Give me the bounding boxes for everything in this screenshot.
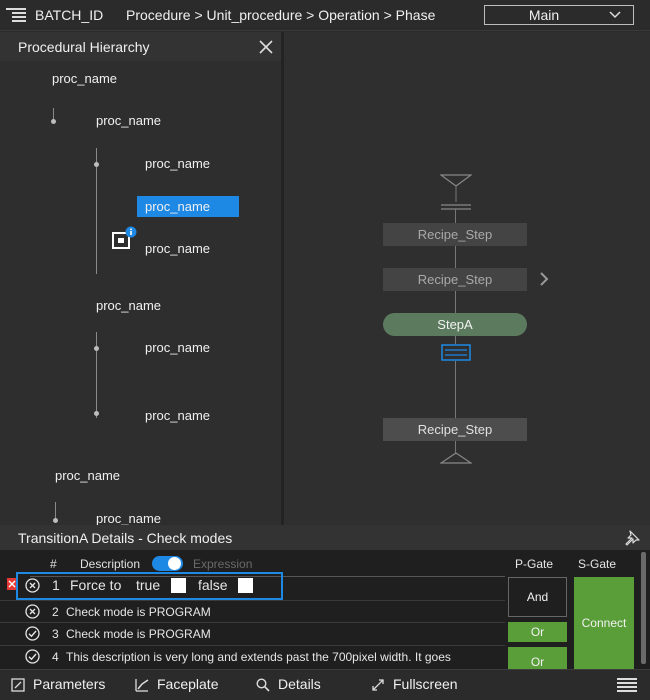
details-header: TransitionA Details - Check modes	[0, 525, 650, 550]
recipe-step[interactable]: Recipe_Step	[383, 268, 527, 291]
tree-item[interactable]: proc_name	[145, 340, 210, 355]
tree-item[interactable]: proc_name	[52, 71, 117, 86]
false-checkbox[interactable]	[238, 578, 253, 593]
panel-title: Procedural Hierarchy	[18, 39, 150, 55]
procedural-hierarchy-panel: Procedural Hierarchy proc_name proc_name…	[0, 32, 281, 525]
failed-circle-icon	[25, 578, 40, 593]
info-node-icon	[112, 226, 137, 249]
toggle-knob	[168, 557, 181, 570]
row-text: This description is very long and extend…	[66, 650, 451, 664]
parameters-button[interactable]: Parameters	[11, 676, 105, 692]
view-select-value: Main	[528, 7, 560, 23]
check-circle-icon	[25, 649, 40, 664]
row-number: 1	[52, 577, 60, 593]
faceplate-icon	[135, 679, 149, 692]
view-select[interactable]: Main	[484, 5, 634, 25]
breadcrumb[interactable]: Procedure > Unit_procedure > Operation >…	[126, 7, 435, 23]
condition-row[interactable]: 1 Force to true false	[0, 572, 505, 600]
panel-header: Procedural Hierarchy	[0, 32, 281, 61]
details-scrollbar[interactable]	[641, 552, 646, 664]
s-gate-label: S-Gate	[578, 557, 617, 571]
close-icon[interactable]	[258, 39, 274, 55]
faceplate-button[interactable]: Faceplate	[135, 676, 218, 692]
flow-line	[455, 336, 456, 344]
true-label: true	[136, 577, 161, 593]
tree-node-dot	[94, 162, 99, 167]
pin-icon[interactable]	[624, 530, 640, 546]
true-checkbox[interactable]	[171, 578, 186, 593]
top-bar: BATCH_ID Procedure > Unit_procedure > Op…	[0, 0, 650, 31]
or-button[interactable]: Or	[508, 622, 567, 642]
batch-id: BATCH_ID	[35, 7, 104, 23]
parameters-label: Parameters	[33, 676, 106, 692]
description-expression-toggle[interactable]	[152, 556, 183, 571]
condition-row[interactable]: 3 Check mode is PROGRAM	[0, 622, 505, 645]
active-step[interactable]: StepA	[383, 313, 527, 336]
tree-item-selected[interactable]: proc_name	[137, 196, 239, 217]
fullscreen-icon	[372, 679, 384, 691]
failed-circle-icon	[25, 604, 40, 619]
condition-row[interactable]: 2 Check mode is PROGRAM	[0, 600, 505, 622]
tree-node-dot	[94, 411, 99, 416]
condition-row[interactable]: 4 This description is very long and exte…	[0, 645, 505, 669]
start-triangle-icon	[440, 174, 472, 210]
details-title: TransitionA Details - Check modes	[18, 530, 233, 546]
search-icon	[256, 678, 270, 692]
check-circle-icon	[25, 626, 40, 641]
tree-node-dot	[51, 119, 56, 124]
row-text: Check mode is PROGRAM	[66, 627, 211, 641]
tree-connector	[96, 332, 97, 418]
row-number: 3	[52, 627, 59, 641]
flow-line	[455, 246, 456, 268]
row-text: Check mode is PROGRAM	[66, 605, 211, 619]
list-menu-icon[interactable]	[6, 7, 26, 23]
transition-icon[interactable]	[441, 344, 471, 361]
p-gate-label: P-Gate	[515, 557, 554, 571]
row-number: 2	[52, 605, 59, 619]
parameters-icon	[11, 678, 25, 692]
column-description: Description	[80, 557, 141, 571]
flow-line	[455, 209, 456, 223]
gate-panel: P-Gate S-Gate And Or Or Connect	[505, 550, 640, 669]
column-number: #	[50, 557, 57, 571]
tree-item[interactable]: proc_name	[55, 468, 120, 483]
connect-button[interactable]: Connect	[574, 577, 634, 669]
recipe-step[interactable]: Recipe_Step	[383, 418, 527, 441]
flow-line	[455, 291, 456, 313]
chevron-down-icon	[609, 11, 621, 19]
bottom-toolbar: Parameters Faceplate Details Fullscreen	[0, 669, 650, 700]
tree-item[interactable]: proc_name	[96, 511, 161, 525]
sfc-canvas[interactable]: Recipe_Step Recipe_Step StepA Recipe_Ste…	[284, 32, 650, 525]
recipe-step[interactable]: Recipe_Step	[383, 223, 527, 246]
column-expression: Expression	[193, 557, 253, 571]
and-button[interactable]: And	[508, 577, 567, 617]
or-button[interactable]: Or	[508, 647, 567, 669]
details-panel: # Description Expression 1 Force to true…	[0, 550, 650, 669]
tree-item[interactable]: proc_name	[145, 241, 210, 256]
tree-item[interactable]: proc_name	[96, 298, 161, 313]
row-text: Force to	[70, 577, 122, 593]
details-button[interactable]: Details	[256, 676, 321, 692]
fullscreen-button[interactable]: Fullscreen	[371, 676, 458, 692]
tree-node-dot	[94, 346, 99, 351]
tree-item[interactable]: proc_name	[145, 156, 210, 171]
chevron-right-icon[interactable]	[539, 272, 549, 286]
end-triangle-icon	[440, 452, 472, 464]
hamburger-menu-icon[interactable]	[617, 677, 637, 693]
false-label: false	[198, 577, 228, 593]
tree-item[interactable]: proc_name	[96, 113, 161, 128]
row-number: 4	[52, 650, 59, 664]
tree-node-dot	[53, 518, 58, 523]
tree-item[interactable]: proc_name	[145, 408, 210, 423]
flow-line	[455, 361, 456, 418]
